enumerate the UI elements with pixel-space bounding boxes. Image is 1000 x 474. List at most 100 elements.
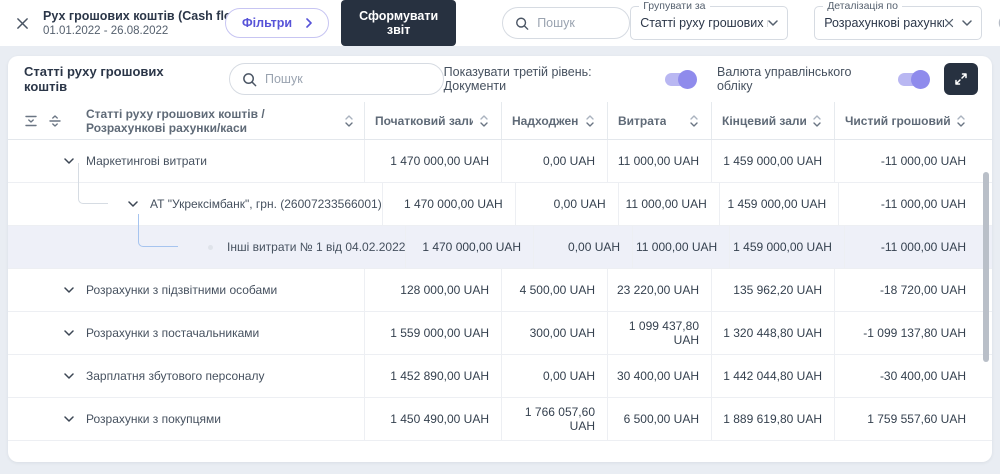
close-icon — [16, 17, 29, 30]
cell-opening: 1 559 000,00 UAH — [364, 312, 501, 354]
report-card: Статті руху грошових коштів Показувати т… — [8, 56, 992, 462]
expand-all-icon[interactable] — [48, 114, 62, 128]
detail-by-select[interactable]: Деталізація по Розрахункові рахунки/к — [814, 0, 983, 40]
panel-title: Статті руху грошових коштів — [24, 64, 164, 94]
cell-outflow: 6 500,00 UAH — [607, 398, 711, 440]
vertical-scrollbar[interactable] — [983, 172, 989, 362]
cell-closing: 1 459 000,00 UAH — [711, 140, 834, 182]
name-column-header: Статті руху грошових коштів / Розрахунко… — [8, 102, 364, 139]
row-expand-chevron-icon[interactable] — [64, 287, 74, 293]
toggle-third-level[interactable] — [664, 69, 697, 89]
row-label: Розрахунки з підзвітними особами — [86, 283, 278, 297]
panel-search-input[interactable] — [265, 72, 345, 86]
cell-opening: 1 470 000,00 UAH — [381, 183, 515, 225]
toggle-third-level-label: Показувати третій рівень: Документи — [443, 65, 592, 93]
filters-button-label: Фільтри — [242, 16, 293, 30]
row-label: Розрахунки з покупцями — [86, 412, 221, 426]
name-column-label: Статті руху грошових коштів / Розрахунко… — [86, 106, 265, 135]
sort-icon[interactable] — [479, 114, 489, 128]
cell-net: -11 000,00 UAH — [834, 140, 992, 182]
row-expand-chevron-icon[interactable] — [64, 373, 74, 379]
cell-net: -18 720,00 UAH — [834, 269, 992, 311]
cell-closing: 1 889 619,80 UAH — [711, 398, 834, 440]
panel-search — [229, 63, 444, 95]
sort-icon[interactable] — [585, 114, 595, 128]
clear-icon[interactable] — [944, 18, 954, 28]
cell-outflow: 1 099 437,80 UAH — [607, 312, 711, 354]
cell-inflow: 0,00 UAH — [501, 355, 607, 397]
table-body: Маркетингові витрати 1 470 000,00 UAH 0,… — [8, 140, 992, 462]
row-expand-chevron-icon[interactable] — [64, 330, 74, 336]
table-row[interactable]: АТ "Укрексімбанк", грн. (26007233566001)… — [8, 163, 992, 226]
cell-outflow: 11 000,00 UAH — [632, 226, 729, 268]
cell-inflow: 0,00 UAH — [501, 140, 607, 182]
table-row[interactable]: Розрахунки з підзвітними особами 128 000… — [8, 269, 992, 312]
report-title-block[interactable]: Рух грошових коштів (Cash flow) 01.01.20… — [43, 9, 245, 37]
table-row[interactable]: Зарплатня збутового персоналу 1 452 890,… — [8, 355, 992, 398]
toggle-currency[interactable] — [898, 69, 931, 89]
toolbar-search — [502, 7, 631, 39]
cell-inflow: 0,00 UAH — [533, 226, 632, 268]
column-header-opening-balance: Початковий залишок — [364, 102, 501, 139]
cell-net: -11 000,00 UAH — [843, 226, 992, 268]
group-by-select[interactable]: Групувати за Статті руху грошових ко — [630, 0, 789, 40]
detail-by-label: Деталізація по — [823, 0, 902, 12]
cell-closing: 1 442 044,80 UAH — [711, 355, 834, 397]
sort-icon[interactable] — [344, 114, 354, 128]
cell-opening: 128 000,00 UAH — [364, 269, 501, 311]
close-report-button[interactable] — [16, 12, 29, 34]
report-title: Рух грошових коштів (Cash flow) — [43, 9, 246, 23]
row-label: Інші витрати № 1 від 04.02.2022 — [227, 240, 406, 254]
cell-outflow: 23 220,00 UAH — [607, 269, 711, 311]
column-header-closing-balance: Кінцевий залишок — [711, 102, 834, 139]
row-label: Маркетингові витрати — [86, 154, 207, 168]
group-by-label: Групувати за — [639, 0, 710, 12]
row-label: Розрахунки з постачальниками — [86, 326, 260, 340]
sort-icon[interactable] — [689, 114, 699, 128]
cell-closing: 1 459 000,00 UAH — [729, 226, 844, 268]
cell-closing: 135 962,20 UAH — [711, 269, 834, 311]
row-expand-chevron-icon[interactable] — [128, 201, 138, 207]
cell-net: 1 759 557,60 UAH — [834, 398, 992, 440]
cell-outflow: 30 400,00 UAH — [607, 355, 711, 397]
generate-report-button[interactable]: Сформувати звіт — [341, 0, 457, 46]
filters-button[interactable]: Фільтри — [225, 8, 330, 38]
column-header-outflow: Витрата — [607, 102, 711, 139]
cell-outflow: 11 000,00 UAH — [617, 183, 719, 225]
cell-closing: 1 459 000,00 UAH — [718, 183, 838, 225]
row-expand-chevron-icon[interactable] — [64, 416, 74, 422]
fullscreen-button[interactable] — [944, 63, 978, 95]
cell-net: -1 099 137,80 UAH — [834, 312, 992, 354]
cell-closing: 1 320 448,80 UAH — [711, 312, 834, 354]
column-header-inflow: Надходження — [501, 102, 607, 139]
table-row[interactable]: Розрахунки з постачальниками 1 559 000,0… — [8, 312, 992, 355]
cell-net: -11 000,00 UAH — [838, 183, 992, 225]
expand-icon — [954, 72, 968, 86]
toolbar-search-input[interactable] — [537, 16, 618, 30]
document-bullet-icon — [208, 244, 213, 250]
row-expand-chevron-icon[interactable] — [64, 158, 74, 164]
sort-icon[interactable] — [956, 114, 966, 128]
row-label: Зарплатня збутового персоналу — [86, 369, 265, 383]
cell-outflow: 11 000,00 UAH — [607, 140, 711, 182]
cell-inflow: 0,00 UAH — [514, 183, 618, 225]
toggle-currency-label: Валюта управлінського обліку — [716, 65, 852, 93]
table-row[interactable]: Маркетингові витрати 1 470 000,00 UAH 0,… — [8, 140, 992, 183]
row-label: АТ "Укрексімбанк", грн. (26007233566001) — [150, 197, 382, 211]
cell-net: -30 400,00 UAH — [834, 355, 992, 397]
cell-opening: 1 470 000,00 UAH — [405, 226, 533, 268]
cell-inflow: 4 500,00 UAH — [501, 269, 607, 311]
table-row-selected[interactable]: Інші витрати № 1 від 04.02.2022 1 470 00… — [8, 214, 992, 269]
search-icon — [242, 72, 257, 87]
report-toolbar: Рух грошових коштів (Cash flow) 01.01.20… — [0, 0, 1000, 46]
collapse-all-icon[interactable] — [24, 114, 38, 128]
chevron-right-icon — [306, 18, 312, 28]
cell-opening: 1 470 000,00 UAH — [364, 140, 501, 182]
cell-inflow: 300,00 UAH — [501, 312, 607, 354]
cell-opening: 1 450 490,00 UAH — [364, 398, 501, 440]
table-header-row: Статті руху грошових коштів / Розрахунко… — [8, 102, 992, 140]
detail-by-value: Розрахункові рахунки/к — [824, 16, 944, 30]
card-header: Статті руху грошових коштів Показувати т… — [8, 56, 992, 102]
sort-icon[interactable] — [812, 114, 822, 128]
table-row[interactable]: Розрахунки з покупцями 1 450 490,00 UAH … — [8, 398, 992, 441]
